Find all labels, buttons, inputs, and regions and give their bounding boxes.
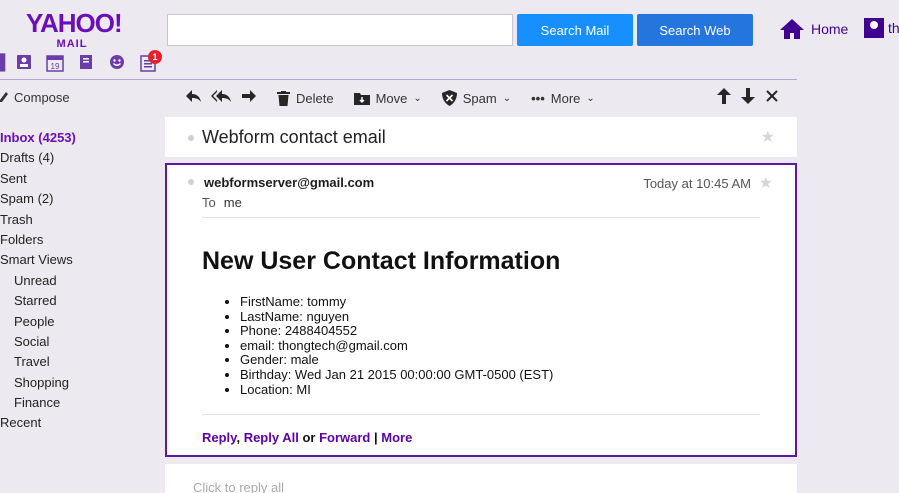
folder-list: Inbox (4253) Drafts (4) Sent Spam (2) Tr… [0, 128, 160, 434]
forward-icon[interactable] [241, 89, 257, 107]
reply-link[interactable]: Reply [202, 430, 236, 445]
spam-label: Spam [462, 90, 497, 106]
chevron-down-icon: ⌄ [586, 92, 595, 104]
read-status-dot[interactable] [188, 179, 194, 185]
calendar-icon[interactable]: 19 [46, 54, 64, 77]
delete-label: Delete [296, 90, 334, 106]
trash-icon [277, 90, 290, 106]
ellipsis-icon: ••• [531, 90, 545, 106]
user-name: th [888, 20, 899, 36]
calendar-day: 19 [51, 62, 60, 71]
more-link[interactable]: More [381, 430, 412, 445]
sidebar-item-people[interactable]: People [0, 312, 160, 332]
message-sender[interactable]: webformserver@gmail.com [204, 175, 374, 190]
list-item: LastName: nguyen [240, 309, 553, 325]
yahoo-mail-logo[interactable]: YAHOO! MAIL [26, 8, 123, 50]
message-body-heading: New User Contact Information [202, 247, 561, 275]
search-input[interactable] [167, 14, 513, 46]
sidebar-item-inbox[interactable]: Inbox (4253) [0, 128, 160, 148]
sidebar-item-travel[interactable]: Travel [0, 352, 160, 372]
search-mail-button[interactable]: Search Mail [517, 14, 633, 46]
logo-brand: YAHOO! [26, 8, 123, 38]
quick-reply-box[interactable]: Click to reply all [165, 464, 797, 493]
more-label: More [550, 90, 581, 106]
list-item: Phone: 2488404552 [240, 324, 553, 339]
contact-details-list: FirstName: tommy LastName: nguyen Phone:… [202, 294, 553, 398]
or-text: or [302, 430, 316, 445]
star-icon[interactable]: ★ [759, 173, 773, 193]
to-label: To [202, 195, 216, 210]
reply-all-icon[interactable] [211, 89, 231, 107]
list-item: Gender: male [240, 353, 553, 368]
reply-placeholder: Click to reply all [193, 480, 285, 493]
sidebar-item-drafts[interactable]: Drafts (4) [0, 148, 160, 168]
message-toolbar: Delete Move ⌄ Spam ⌄ ••• More ⌄ [165, 80, 797, 116]
delete-button[interactable]: Delete [277, 90, 334, 106]
compose-button[interactable]: Compose [0, 90, 70, 105]
to-value[interactable]: me [224, 195, 242, 210]
home-label: Home [811, 21, 849, 37]
move-button[interactable]: Move ⌄ [353, 90, 422, 106]
divider [202, 217, 760, 218]
shield-icon [441, 90, 457, 106]
sidebar-item-trash[interactable]: Trash [0, 210, 160, 230]
sidebar-item-sent[interactable]: Sent [0, 169, 160, 189]
next-message-icon[interactable] [741, 88, 755, 109]
message-actions: Reply, Reply All or Forward | More [202, 430, 412, 445]
reply-icon[interactable] [185, 89, 201, 107]
search-web-button[interactable]: Search Web [637, 14, 753, 46]
list-item: email: thongtech@gmail.com [240, 338, 553, 354]
sidebar-item-social[interactable]: Social [0, 332, 160, 352]
conversation-header: Webform contact email ★ [165, 117, 797, 157]
pipe-separator: | [374, 430, 378, 445]
toolbar-right-controls [717, 88, 779, 109]
forward-link[interactable]: Forward [319, 430, 370, 445]
message-subject: Webform contact email [202, 127, 386, 147]
chevron-down-icon: ⌄ [502, 92, 512, 104]
move-label: Move [375, 90, 408, 106]
comma-separator: , [236, 430, 241, 445]
divider [202, 414, 760, 415]
previous-message-icon[interactable] [717, 88, 731, 109]
notification-badge: 1 [148, 50, 162, 64]
logo-sub: MAIL [56, 38, 88, 50]
user-profile-link[interactable]: th [864, 18, 899, 38]
mail-icon[interactable]: ▌ [0, 54, 11, 72]
message-card: webformserver@gmail.com Today at 10:45 A… [165, 163, 797, 457]
sidebar-item-spam[interactable]: Spam (2) [0, 189, 160, 209]
compose-label: Compose [14, 90, 70, 105]
sidebar-item-finance[interactable]: Finance [0, 393, 160, 413]
chevron-down-icon: ⌄ [413, 92, 422, 104]
messenger-icon[interactable] [109, 54, 125, 75]
home-icon [780, 19, 804, 39]
spam-button[interactable]: Spam ⌄ [441, 90, 512, 106]
list-item: Location: MI [240, 382, 553, 398]
user-avatar-icon [864, 18, 884, 38]
home-link[interactable]: Home [779, 18, 848, 40]
read-status-dot[interactable] [188, 135, 194, 141]
app-icons-bar: ▌ 19 [0, 54, 165, 74]
sidebar-item-shopping[interactable]: Shopping [0, 373, 160, 393]
recipient-line: To me [202, 195, 242, 210]
contacts-icon[interactable] [16, 54, 32, 75]
pencil-icon [0, 91, 8, 102]
list-item: Birthday: Wed Jan 21 2015 00:00:00 GMT-0… [240, 367, 553, 383]
star-icon[interactable]: ★ [761, 127, 775, 147]
list-item: FirstName: tommy [240, 294, 553, 310]
sidebar-item-folders[interactable]: Folders [0, 230, 160, 250]
more-button[interactable]: ••• More ⌄ [531, 91, 595, 106]
folder-move-icon [353, 93, 370, 105]
reply-all-link[interactable]: Reply All [244, 430, 299, 445]
sidebar-item-unread[interactable]: Unread [0, 271, 160, 291]
sidebar-item-recent[interactable]: Recent [0, 413, 160, 433]
close-icon[interactable] [765, 88, 779, 109]
sidebar-item-smart-views[interactable]: Smart Views [0, 250, 160, 270]
sidebar-item-starred[interactable]: Starred [0, 291, 160, 311]
notepad-icon[interactable] [78, 54, 94, 75]
message-date: Today at 10:45 AM [643, 176, 751, 191]
